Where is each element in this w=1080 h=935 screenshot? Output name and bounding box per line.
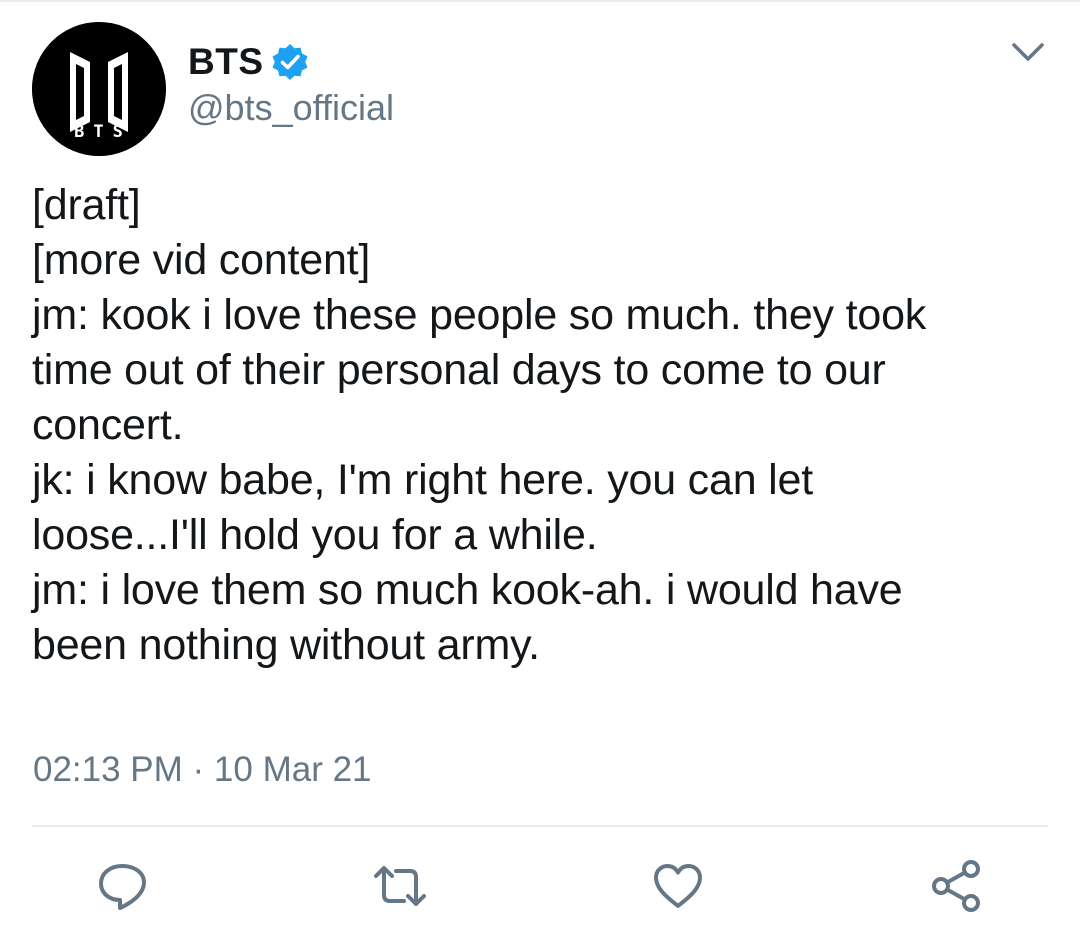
tweet-text: [draft] [more vid content] jm: kook i lo…: [32, 178, 1052, 673]
tweet-line: concert.: [32, 401, 184, 449]
reply-button[interactable]: [93, 856, 153, 916]
action-divider: [32, 825, 1048, 827]
user-handle[interactable]: @bts_official: [188, 88, 394, 128]
retweet-button[interactable]: [370, 856, 430, 916]
tweet-line: jm: i love them so much kook-ah. i would…: [32, 566, 903, 614]
tweet-timestamp[interactable]: 02:13 PM · 10 Mar 21: [33, 748, 372, 792]
top-divider: [0, 0, 1080, 2]
tweet-line: been nothing without army.: [32, 621, 540, 669]
verified-badge-icon: [270, 42, 310, 82]
display-name[interactable]: BTS: [188, 42, 264, 82]
tweet-line: [draft]: [32, 181, 141, 229]
avatar-logo-text: BTS: [74, 122, 132, 142]
tweet-line: time out of their personal days to come …: [32, 346, 886, 394]
tweet-line: jm: kook i love these people so much. th…: [32, 291, 927, 339]
retweet-icon: [374, 866, 426, 906]
tweet-line: loose...I'll hold you for a while.: [32, 511, 598, 559]
share-icon: [932, 860, 980, 912]
name-row: BTS: [188, 42, 310, 82]
chevron-down-icon[interactable]: [1010, 38, 1046, 66]
avatar[interactable]: BTS: [32, 22, 166, 156]
share-button[interactable]: [926, 856, 986, 916]
reply-icon: [99, 864, 146, 910]
like-button[interactable]: [648, 856, 708, 916]
tweet-line: [more vid content]: [32, 236, 371, 284]
tweet-line: jk: i know babe, I'm right here. you can…: [32, 456, 813, 504]
tweet-header: BTS BTS @bts_official: [32, 22, 1048, 158]
like-icon: [654, 864, 702, 908]
action-bar: [0, 856, 1080, 916]
